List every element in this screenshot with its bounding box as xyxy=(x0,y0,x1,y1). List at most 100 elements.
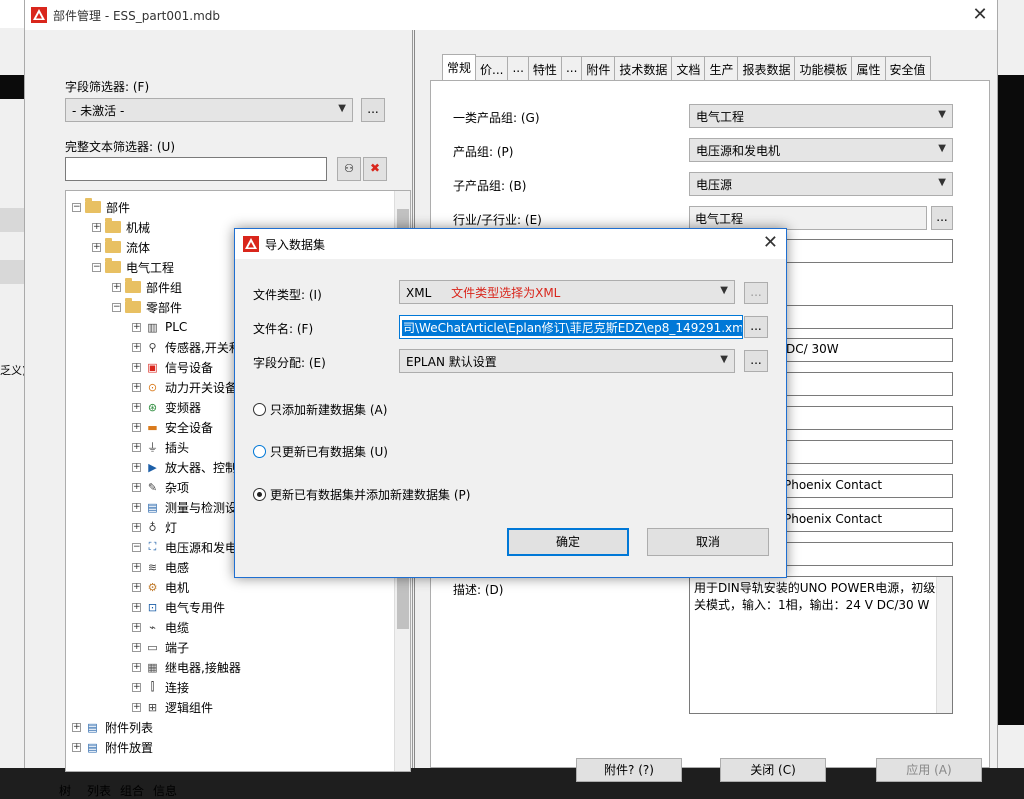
radio-add-new[interactable]: 只添加新建数据集 (A) xyxy=(253,401,387,418)
product-group1-select[interactable]: 电气工程 ▼ xyxy=(689,104,953,128)
expand-icon[interactable]: + xyxy=(132,462,141,472)
tree-item[interactable]: + ⚙ 电机 xyxy=(132,577,189,597)
expand-icon[interactable]: + xyxy=(132,602,141,612)
tree-item[interactable]: + ⊛ 变频器 xyxy=(132,397,201,417)
expand-icon[interactable]: + xyxy=(132,402,141,412)
collapse-icon[interactable]: − xyxy=(112,302,121,312)
apply-button[interactable]: 应用 (A) xyxy=(876,758,982,782)
tree-item[interactable]: + 部件组 xyxy=(112,277,182,297)
radio-update-and-add[interactable]: 更新已有数据集并添加新建数据集 (P) xyxy=(253,486,470,503)
tab-5[interactable]: 附件 xyxy=(581,56,616,80)
expand-icon[interactable]: + xyxy=(72,742,81,752)
expand-icon[interactable]: + xyxy=(132,482,141,492)
tree-item[interactable]: + ⊞ 逻辑组件 xyxy=(132,697,213,717)
field-filter-more-button[interactable]: ... xyxy=(361,98,385,122)
expand-icon[interactable]: + xyxy=(132,522,141,532)
description-scrollbar[interactable] xyxy=(936,577,952,713)
tab-12[interactable]: 安全值 xyxy=(884,56,931,80)
tree-item[interactable]: + ⊡ 电气专用件 xyxy=(132,597,225,617)
tab-10[interactable]: 功能模板 xyxy=(794,56,853,80)
sub-group-select[interactable]: 电压源 ▼ xyxy=(689,172,953,196)
tree-item[interactable]: + ▭ 端子 xyxy=(132,637,189,657)
close-button[interactable]: 关闭 (C) xyxy=(720,758,826,782)
tab-group[interactable]: 组合 xyxy=(120,782,144,799)
tree-item[interactable]: + ⏚ 插头 xyxy=(132,437,189,457)
file-name-browse-button[interactable]: ... xyxy=(744,316,768,338)
tab-tree[interactable]: 树 xyxy=(59,782,71,799)
file-type-more-button[interactable]: ... xyxy=(744,282,768,304)
tree-item[interactable]: − ⛶ 电压源和发电 xyxy=(132,537,237,557)
tab-8[interactable]: 生产 xyxy=(704,56,739,80)
tree-item[interactable]: + ⌁ 电缆 xyxy=(132,617,189,637)
tab-3[interactable]: 特性 xyxy=(527,56,562,80)
collapse-icon[interactable]: − xyxy=(132,542,141,552)
tree-item[interactable]: + ▦ 继电器,接触器 xyxy=(132,657,241,677)
expand-icon[interactable]: + xyxy=(132,622,141,632)
expand-icon[interactable]: + xyxy=(132,702,141,712)
tab-list[interactable]: 列表 xyxy=(87,782,111,799)
tree-item[interactable]: + ✎ 杂项 xyxy=(132,477,189,497)
accessory-button[interactable]: 附件? (?) xyxy=(576,758,682,782)
tree-item[interactable]: + ⫿ 连接 xyxy=(132,677,189,697)
expand-icon[interactable]: + xyxy=(72,722,81,732)
industry-field[interactable]: 电气工程 xyxy=(689,206,927,230)
tree-item[interactable]: + ♁ 灯 xyxy=(132,517,177,537)
tree-item[interactable]: + ▣ 信号设备 xyxy=(132,357,213,377)
tree-item[interactable]: + ▤ 附件列表 xyxy=(72,717,153,737)
tab-4[interactable]: ... xyxy=(560,56,583,80)
expand-icon[interactable]: + xyxy=(132,662,141,672)
tree-item[interactable]: − 零部件 xyxy=(112,297,182,317)
field-map-more-button[interactable]: ... xyxy=(744,350,768,372)
tree-item[interactable]: + ⊙ 动力开关设备 xyxy=(132,377,237,397)
tab-6[interactable]: 技术数据 xyxy=(614,56,673,80)
tab-11[interactable]: 属性 xyxy=(851,56,886,80)
description-textarea[interactable]: 用于DIN导轨安装的UNO POWER电源，初级开关模式，输入：1相，输出：24… xyxy=(689,576,953,714)
tree-item[interactable]: − 电气工程 xyxy=(92,257,174,277)
expand-icon[interactable]: + xyxy=(132,502,141,512)
tree-item[interactable]: + ▤ 测量与检测设 xyxy=(132,497,237,517)
expand-icon[interactable]: + xyxy=(132,422,141,432)
tree-item[interactable]: − 部件 xyxy=(72,197,130,217)
tree-item[interactable]: + ▥ PLC xyxy=(132,317,187,337)
tab-7[interactable]: 文档 xyxy=(671,56,706,80)
expand-icon[interactable]: + xyxy=(132,322,141,332)
tree-item[interactable]: + 流体 xyxy=(92,237,150,257)
collapse-icon[interactable]: − xyxy=(92,262,101,272)
clear-filter-button[interactable]: ✖ xyxy=(363,157,387,181)
collapse-icon[interactable]: − xyxy=(72,202,81,212)
expand-icon[interactable]: + xyxy=(132,362,141,372)
tree-item[interactable]: + ▤ 附件放置 xyxy=(72,737,153,757)
expand-icon[interactable]: + xyxy=(132,382,141,392)
file-name-input[interactable]: 司\WeChatArticle\Eplan修订\菲尼克斯EDZ\ep8_1492… xyxy=(399,315,743,339)
tab-2[interactable]: ... xyxy=(507,56,529,80)
tree-item[interactable]: + ⚲ 传感器,开关和 xyxy=(132,337,241,357)
expand-icon[interactable]: + xyxy=(112,282,121,292)
expand-icon[interactable]: + xyxy=(132,642,141,652)
tree-item[interactable]: + ▬ 安全设备 xyxy=(132,417,213,437)
file-type-select[interactable]: XML 文件类型选择为XML ▼ xyxy=(399,280,735,304)
expand-icon[interactable]: + xyxy=(132,562,141,572)
expand-icon[interactable]: + xyxy=(92,222,101,232)
tab-0[interactable]: 常规 xyxy=(442,54,477,80)
radio-update-existing[interactable]: 只更新已有数据集 (U) xyxy=(253,443,388,460)
field-map-select[interactable]: EPLAN 默认设置 ▼ xyxy=(399,349,735,373)
industry-more-button[interactable]: ... xyxy=(931,206,953,230)
expand-icon[interactable]: + xyxy=(132,682,141,692)
tree-item[interactable]: + 机械 xyxy=(92,217,150,237)
expand-icon[interactable]: + xyxy=(92,242,101,252)
cancel-button[interactable]: 取消 xyxy=(647,528,769,556)
dialog-close-button[interactable]: ✕ xyxy=(763,232,778,253)
tree-item[interactable]: + ≋ 电感 xyxy=(132,557,189,577)
window-close-button[interactable]: ✕ xyxy=(969,4,991,26)
fulltext-filter-input[interactable] xyxy=(65,157,327,181)
tab-1[interactable]: 价... xyxy=(475,56,509,80)
expand-icon[interactable]: + xyxy=(132,442,141,452)
tab-info[interactable]: 信息 xyxy=(153,782,177,799)
expand-icon[interactable]: + xyxy=(132,582,141,592)
field-filter-select[interactable]: - 未激活 - ▼ xyxy=(65,98,353,122)
product-group-select[interactable]: 电压源和发电机 ▼ xyxy=(689,138,953,162)
binoculars-search-button[interactable]: ⚇ xyxy=(337,157,361,181)
tab-9[interactable]: 报表数据 xyxy=(737,56,796,80)
tree-item[interactable]: + ▶ 放大器、控制 xyxy=(132,457,237,477)
ok-button[interactable]: 确定 xyxy=(507,528,629,556)
